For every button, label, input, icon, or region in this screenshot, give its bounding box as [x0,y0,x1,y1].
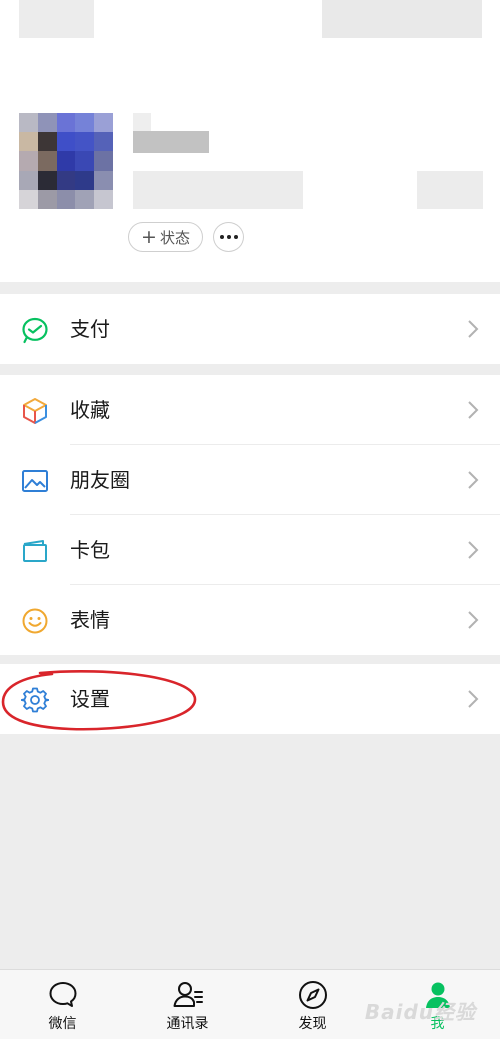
menu-label-stickers: 表情 [70,608,110,632]
baidu-watermark: Baidu经验 [364,1000,476,1024]
menu-item-pay[interactable]: 支付 [0,294,500,364]
tab-contacts[interactable]: 通讯录 [125,970,250,1039]
gear-icon [21,687,49,713]
blurred-nickname-small [133,113,151,131]
more-dot [233,235,238,239]
menu-label-pay: 支付 [70,317,110,341]
contacts-icon [173,982,203,1007]
menu-item-favorites[interactable]: 收藏 [0,375,500,445]
blurred-top-right [322,0,482,38]
smiley-icon [22,608,48,634]
add-status-button[interactable]: + 状态 [128,222,203,252]
moments-picture-icon [22,470,48,492]
compass-icon [298,981,327,1009]
menu-label-moments: 朋友圈 [70,468,130,492]
menu-item-cards[interactable]: 卡包 [0,515,500,585]
profile-header[interactable]: + 状态 [0,0,500,282]
blurred-qr [417,171,483,209]
more-dot [226,235,231,239]
menu-item-stickers[interactable]: 表情 [0,585,500,655]
favorites-cube-icon [23,398,47,424]
chevron-right-icon [468,320,479,338]
blurred-top-left [19,0,94,38]
tab-chats[interactable]: 微信 [0,970,125,1039]
more-dot [219,235,224,239]
chevron-right-icon [468,690,479,708]
tab-label-chats: 微信 [48,1016,77,1032]
blurred-wechat-id [133,171,303,209]
menu-item-settings[interactable]: 设置 [0,664,500,734]
tab-discover[interactable]: 发现 [250,970,375,1039]
menu-group-pay: 支付 [0,294,500,364]
chat-bubble-icon [49,982,76,1007]
more-options-button[interactable] [213,222,244,252]
avatar[interactable] [19,113,113,209]
menu-label-settings: 设置 [70,687,110,711]
tab-label-contacts: 通讯录 [166,1016,209,1032]
chevron-right-icon [468,611,479,629]
blurred-nickname [133,131,209,153]
menu-item-moments[interactable]: 朋友圈 [0,445,500,515]
chevron-right-icon [468,401,479,419]
menu-group-main: 收藏 朋友圈 卡包 表情 [0,375,500,655]
plus-icon: + [141,225,157,248]
chevron-right-icon [468,471,479,489]
card-wallet-icon [23,540,47,562]
chevron-right-icon [468,541,479,559]
tab-label-discover: 发现 [298,1016,327,1032]
menu-label-cards: 卡包 [70,538,110,562]
pay-icon [22,317,48,344]
status-label: 状态 [159,228,190,247]
menu-group-settings: 设置 [0,664,500,734]
menu-label-favorites: 收藏 [70,398,110,422]
